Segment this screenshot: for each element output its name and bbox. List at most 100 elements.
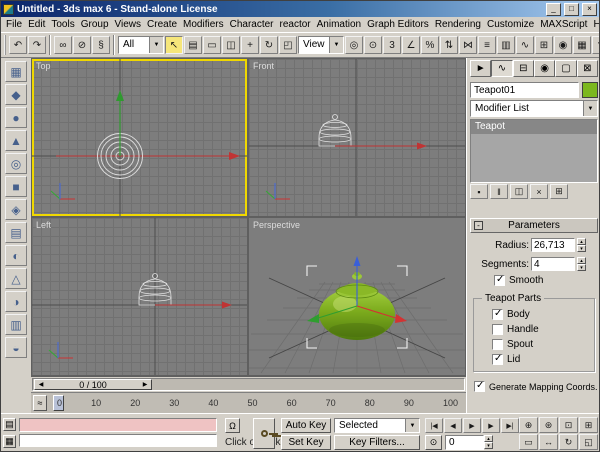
checkbox-smooth[interactable] (494, 275, 505, 286)
menu-item-graph-editors[interactable]: Graph Editors (364, 18, 432, 31)
key-filter-set-dropdown[interactable]: Selected ▼ (334, 418, 420, 433)
render-scene-icon[interactable]: ▦ (573, 36, 591, 54)
spinner-down-icon[interactable]: ▾ (484, 442, 493, 449)
previous-frame-button[interactable]: ◀ (444, 418, 462, 433)
menu-item-reactor[interactable]: reactor (277, 18, 314, 31)
hierarchy-tab-icon[interactable]: ⊟ (513, 60, 534, 77)
viewport-top-label[interactable]: Top (36, 61, 51, 71)
current-frame-value[interactable]: 0 (445, 435, 484, 450)
layer-manager-icon[interactable]: ▥ (497, 36, 515, 54)
remove-modifier-icon[interactable]: × (530, 184, 548, 199)
material-editor-icon[interactable]: ◉ (554, 36, 572, 54)
rectangular-selection-region-icon[interactable]: ▭ (203, 36, 221, 54)
toolbar-drag-handle[interactable] (4, 35, 6, 55)
mini-curve-editor-button[interactable]: ≈ (33, 395, 47, 411)
spinner-down-icon[interactable]: ▾ (577, 264, 586, 271)
set-keys-button[interactable] (253, 418, 275, 449)
track-bar[interactable]: ≈ 0102030405060708090100 (31, 392, 466, 413)
left-tool-icon-1[interactable]: ▦ (5, 61, 27, 82)
render-type-icon[interactable]: ▼ (592, 36, 599, 54)
go-to-end-button[interactable]: ▶| (501, 418, 519, 433)
select-and-manipulate-icon[interactable]: ⊙ (364, 36, 382, 54)
checkbox-lid[interactable] (492, 354, 503, 365)
move-gizmo[interactable] (155, 302, 232, 309)
left-tool-icon-3[interactable]: ● (5, 107, 27, 128)
menu-item-tools[interactable]: Tools (48, 18, 77, 31)
curve-editor-icon[interactable]: ∿ (516, 36, 534, 54)
spinner-up-icon[interactable]: ▴ (577, 238, 586, 245)
menu-item-maxscript[interactable]: MAXScript (537, 18, 590, 31)
segments-spinner[interactable]: ▴ ▾ (577, 257, 586, 271)
undo-icon[interactable]: ↶ (9, 36, 27, 54)
menu-item-animation[interactable]: Animation (314, 18, 364, 31)
menu-item-character[interactable]: Character (227, 18, 277, 31)
zoom-icon[interactable]: ⊕ (519, 417, 538, 433)
menu-item-create[interactable]: Create (144, 18, 180, 31)
maximize-button[interactable]: □ (564, 3, 579, 16)
checkbox-body[interactable] (492, 309, 503, 320)
select-and-move-icon[interactable]: + (241, 36, 259, 54)
left-tool-icon-12[interactable]: ▥ (5, 314, 27, 335)
maxscript-listener-icon[interactable]: ▤ (3, 418, 16, 431)
menu-item-rendering[interactable]: Rendering (432, 18, 484, 31)
dropdown-arrow-icon[interactable]: ▼ (405, 419, 419, 432)
time-slider-track[interactable]: ◀ 0 / 100 ▶ (32, 378, 465, 391)
menu-item-group[interactable]: Group (78, 18, 112, 31)
redo-icon[interactable]: ↷ (28, 36, 46, 54)
move-gizmo[interactable] (335, 143, 427, 150)
left-tool-icon-4[interactable]: ▲ (5, 130, 27, 151)
dropdown-arrow-icon[interactable]: ▼ (329, 37, 343, 53)
schematic-view-icon[interactable]: ⊞ (535, 36, 553, 54)
spinner-up-icon[interactable]: ▴ (484, 435, 493, 442)
viewport-perspective-label[interactable]: Perspective (253, 220, 300, 230)
zoom-extents-icon[interactable]: ⊡ (559, 417, 578, 433)
left-tool-icon-7[interactable]: ◈ (5, 199, 27, 220)
bind-to-space-warp-icon[interactable]: § (92, 36, 110, 54)
left-tool-icon-11[interactable]: ◑ (5, 291, 27, 312)
checkbox-row-body[interactable]: Body (492, 309, 594, 320)
pan-icon[interactable]: ↔ (539, 434, 558, 450)
left-tool-icon-13[interactable]: ◒ (5, 337, 27, 358)
close-button[interactable]: × (582, 3, 597, 16)
mirror-icon[interactable]: ⋈ (459, 36, 477, 54)
make-unique-icon[interactable]: ◫ (510, 184, 528, 199)
radius-field[interactable]: 26,713 (531, 238, 575, 252)
align-icon[interactable]: ≡ (478, 36, 496, 54)
selection-lock-toggle[interactable]: Ω (225, 418, 240, 433)
radius-spinner[interactable]: ▴ ▾ (577, 238, 586, 252)
modifier-list-dropdown[interactable]: Modifier List ▼ (470, 100, 598, 117)
pin-stack-icon[interactable]: ▪ (470, 184, 488, 199)
select-by-name-icon[interactable]: ▤ (184, 36, 202, 54)
snaps-toggle-icon[interactable]: 3 (383, 36, 401, 54)
arc-rotate-icon[interactable]: ↻ (559, 434, 578, 450)
modifier-stack-item-teapot[interactable]: Teapot (471, 120, 597, 134)
checkbox-spout[interactable] (492, 339, 503, 350)
auto-key-button[interactable]: Auto Key (281, 418, 331, 433)
selection-filter-dropdown[interactable]: All ▼ (118, 36, 164, 54)
select-and-rotate-icon[interactable]: ↻ (260, 36, 278, 54)
zoom-all-icon[interactable]: ⊛ (539, 417, 558, 433)
modify-tab-icon[interactable]: ∿ (491, 60, 512, 77)
motion-tab-icon[interactable]: ◉ (534, 60, 555, 77)
select-and-scale-icon[interactable]: ◰ (279, 36, 297, 54)
spinner-up-icon[interactable]: ▴ (577, 257, 586, 264)
checkbox-row-generate-mapping-coords[interactable]: Generate Mapping Coords. (474, 381, 598, 392)
minimize-button[interactable]: _ (546, 3, 561, 16)
menu-item-customize[interactable]: Customize (484, 18, 537, 31)
select-object-icon[interactable]: ↖ (165, 36, 183, 54)
left-tool-icon-10[interactable]: △ (5, 268, 27, 289)
rollout-collapse-icon[interactable]: - (474, 221, 483, 230)
segments-field[interactable]: 4 (531, 257, 575, 271)
next-frame-button[interactable]: ▶ (482, 418, 500, 433)
viewport-left-label[interactable]: Left (36, 220, 51, 230)
show-end-result-icon[interactable]: ‖ (490, 184, 508, 199)
play-button[interactable]: ▶ (463, 418, 481, 433)
go-to-start-button[interactable]: |◀ (425, 418, 443, 433)
menu-item-modifiers[interactable]: Modifiers (180, 18, 227, 31)
modifier-stack[interactable]: Teapot (470, 119, 598, 183)
left-tool-icon-5[interactable]: ◎ (5, 153, 27, 174)
left-tool-icon-9[interactable]: ◐ (5, 245, 27, 266)
object-name-field[interactable]: Teapot01 (470, 82, 579, 98)
mini-listener-macro-line[interactable] (19, 418, 217, 432)
min-max-toggle-icon[interactable]: ◱ (579, 434, 598, 450)
